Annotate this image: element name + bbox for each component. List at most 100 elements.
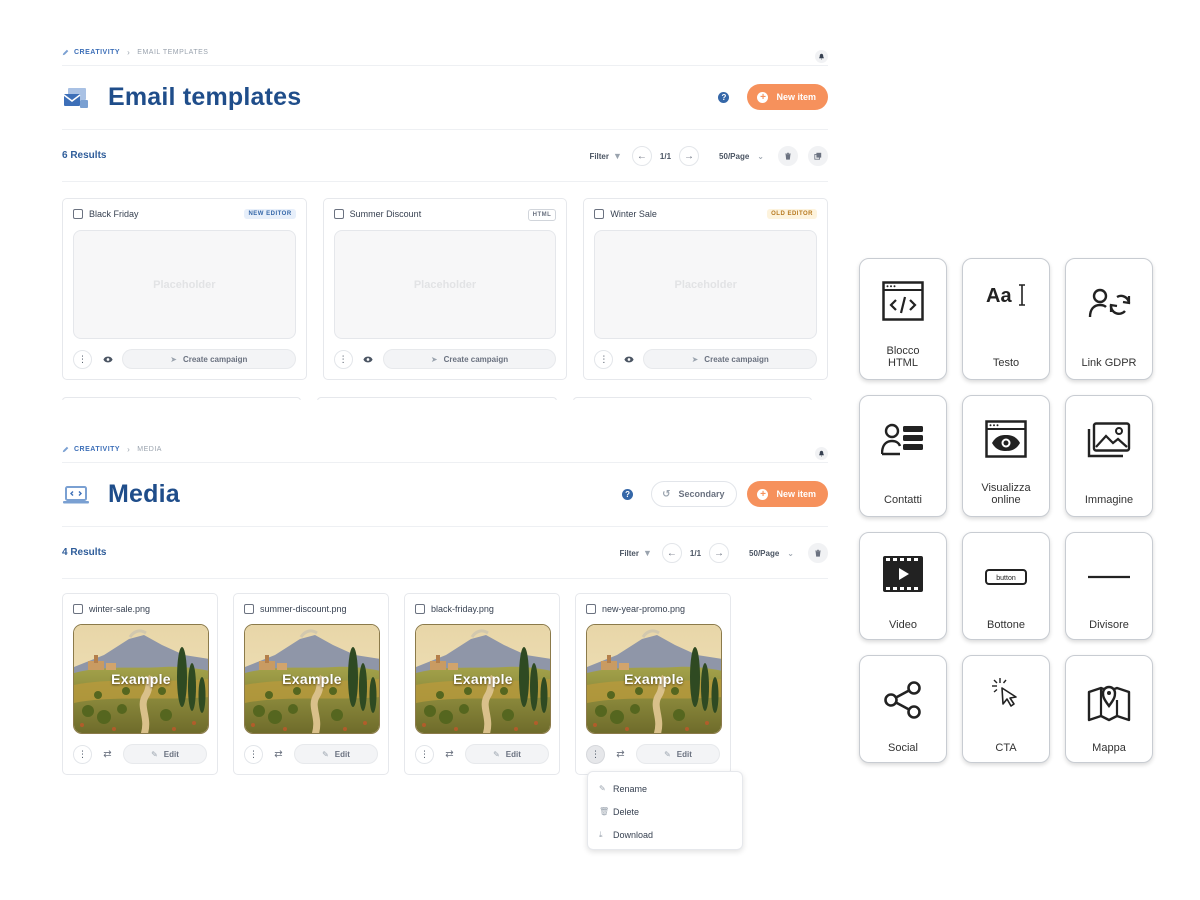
menu-item-rename[interactable]: ✎ Rename <box>588 777 742 800</box>
next-page-button[interactable]: → <box>679 146 700 166</box>
menu-item-download[interactable]: ⤓ Download <box>588 823 742 846</box>
menu-item-delete[interactable]: 🗑 Delete <box>588 800 742 823</box>
block-gdpr-link[interactable]: Link GDPR <box>1065 258 1153 380</box>
bell-icon[interactable] <box>815 50 828 63</box>
prev-page-button[interactable]: ← <box>661 543 682 563</box>
create-campaign-button[interactable]: ➤ Create campaign <box>122 349 296 369</box>
per-page-select[interactable]: 50/Page <box>719 152 749 161</box>
edit-label: Edit <box>163 749 179 759</box>
chevron-down-icon[interactable]: ⌄ <box>787 549 794 558</box>
share-icon <box>860 680 946 720</box>
media-card[interactable]: summer-discount.png Example ⋮ ⇄ ✎ Edit <box>233 593 389 775</box>
replace-icon[interactable]: ⇄ <box>269 745 288 764</box>
page-header: Email templates ? + New item <box>62 66 828 130</box>
media-thumbnail[interactable]: Example <box>244 624 380 734</box>
edit-icon: ✎ <box>664 749 671 759</box>
more-options-button[interactable]: ⋮ <box>73 349 92 369</box>
svg-text:Aa: Aa <box>986 285 1012 307</box>
email-templates-panel: CREATIVITY › EMAIL TEMPLATES Email templ… <box>62 40 828 400</box>
eye-icon[interactable] <box>98 350 117 369</box>
create-campaign-button[interactable]: ➤ Create campaign <box>643 349 818 369</box>
history-icon: ↺ <box>662 488 671 500</box>
media-card[interactable]: black-friday.png Example ⋮ ⇄ ✎ Edit <box>404 593 560 775</box>
template-preview[interactable]: Placeholder <box>333 230 557 339</box>
new-item-button[interactable]: + New item <box>747 84 828 110</box>
block-label: Blocco <box>886 345 920 357</box>
filter-button[interactable]: Filter <box>619 549 639 558</box>
block-divider[interactable]: Divisore <box>1065 532 1153 640</box>
new-item-button[interactable]: + New item <box>747 481 828 507</box>
eye-icon[interactable] <box>619 350 638 369</box>
secondary-button[interactable]: ↺ Secondary <box>651 481 738 507</box>
edit-button[interactable]: ✎ Edit <box>123 744 207 764</box>
breadcrumb: CREATIVITY › MEDIA <box>62 437 828 463</box>
more-options-button[interactable]: ⋮ <box>244 744 263 764</box>
breadcrumb-root[interactable]: CREATIVITY <box>74 49 120 56</box>
block-view-online[interactable]: Visualizza online <box>962 395 1050 517</box>
select-checkbox[interactable] <box>586 604 596 614</box>
chevron-down-icon[interactable]: ⌄ <box>757 152 764 161</box>
more-options-button[interactable]: ⋮ <box>73 744 92 764</box>
select-checkbox[interactable] <box>333 209 344 219</box>
media-thumbnail[interactable]: Example <box>586 624 722 734</box>
select-checkbox[interactable] <box>73 604 83 614</box>
bell-icon[interactable] <box>815 447 828 460</box>
replace-icon[interactable]: ⇄ <box>440 745 459 764</box>
new-item-label: New item <box>776 92 816 102</box>
edit-button[interactable]: ✎ Edit <box>465 744 549 764</box>
help-icon[interactable]: ? <box>718 91 730 103</box>
media-thumbnail[interactable]: Example <box>73 624 209 734</box>
eye-icon[interactable] <box>359 350 378 369</box>
block-image[interactable]: Immagine <box>1065 395 1153 517</box>
template-preview[interactable]: Placeholder <box>73 230 296 339</box>
edit-button[interactable]: ✎ Edit <box>294 744 378 764</box>
funnel-icon[interactable]: ▼ <box>643 548 652 558</box>
more-options-button[interactable]: ⋮ <box>586 744 605 764</box>
block-map[interactable]: Mappa <box>1065 655 1153 763</box>
template-card[interactable]: Summer Discount HTML Placeholder ⋮ ➤ Cre… <box>322 198 568 380</box>
thumbnail-caption: Example <box>282 671 342 687</box>
media-card[interactable]: winter-sale.png Example ⋮ ⇄ ✎ Edit <box>62 593 218 775</box>
help-icon[interactable]: ? <box>622 488 634 500</box>
select-checkbox[interactable] <box>594 209 605 219</box>
file-name: winter-sale.png <box>89 604 151 614</box>
pencil-icon: ✎ <box>599 784 606 793</box>
template-card[interactable]: Black Friday NEW EDITOR Placeholder ⋮ ➤ … <box>62 198 307 380</box>
replace-icon[interactable]: ⇄ <box>611 745 630 764</box>
next-page-button[interactable]: → <box>709 543 730 563</box>
prev-page-button[interactable]: ← <box>631 146 652 166</box>
block-text[interactable]: Aa Testo <box>962 258 1050 380</box>
chevron-right-icon: › <box>127 445 131 454</box>
trash-button[interactable] <box>778 146 798 166</box>
page-title: Media <box>108 480 180 508</box>
next-row-cards <box>62 397 828 400</box>
breadcrumb-root[interactable]: CREATIVITY <box>74 446 120 453</box>
select-checkbox[interactable] <box>73 209 83 219</box>
file-name: black-friday.png <box>431 604 494 614</box>
block-video[interactable]: Video <box>859 532 947 640</box>
page-indicator: 1/1 <box>689 548 702 558</box>
filter-button[interactable]: Filter <box>589 152 609 161</box>
replace-icon[interactable]: ⇄ <box>98 745 117 764</box>
more-options-button[interactable]: ⋮ <box>594 349 614 369</box>
more-options-button[interactable]: ⋮ <box>415 744 434 764</box>
per-page-select[interactable]: 50/Page <box>749 549 779 558</box>
edit-button[interactable]: ✎ Edit <box>636 744 720 764</box>
block-cta[interactable]: CTA <box>962 655 1050 763</box>
select-checkbox[interactable] <box>244 604 254 614</box>
trash-button[interactable] <box>808 543 828 563</box>
block-social[interactable]: Social <box>859 655 947 763</box>
block-contacts[interactable]: Contatti <box>859 395 947 517</box>
duplicate-button[interactable] <box>808 146 828 166</box>
block-html[interactable]: Blocco HTML <box>859 258 947 380</box>
media-thumbnail[interactable]: Example <box>415 624 551 734</box>
media-card[interactable]: new-year-promo.png Example ⋮ ⇄ ✎ Edit <box>575 593 731 775</box>
more-options-button[interactable]: ⋮ <box>333 349 353 369</box>
create-campaign-button[interactable]: ➤ Create campaign <box>382 349 557 369</box>
block-button[interactable]: button Bottone <box>962 532 1050 640</box>
template-preview[interactable]: Placeholder <box>594 230 818 339</box>
select-checkbox[interactable] <box>415 604 425 614</box>
funnel-icon[interactable]: ▼ <box>613 151 622 161</box>
block-label: HTML <box>888 357 918 369</box>
template-card[interactable]: Winter Sale OLD EDITOR Placeholder ⋮ ➤ C… <box>583 198 828 380</box>
